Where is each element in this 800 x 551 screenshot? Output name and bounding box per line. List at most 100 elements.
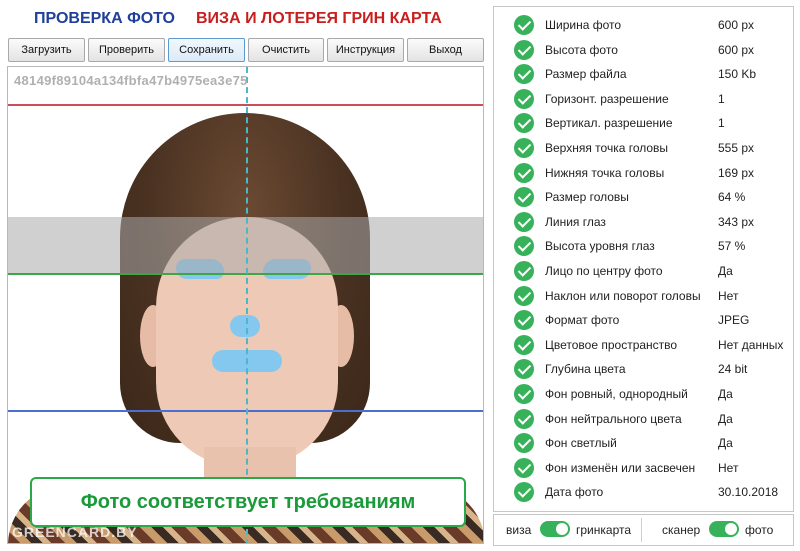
center-line (246, 67, 248, 543)
check-label: Размер головы (545, 190, 629, 205)
check-icon (514, 310, 534, 331)
check-icon (514, 15, 534, 35)
mode-footer: виза гринкарта сканер фото (493, 514, 794, 546)
check-row: Высота фото 600 px (494, 38, 795, 62)
check-value: Да (718, 411, 733, 426)
check-icon (514, 138, 534, 158)
check-row: Нижняя точка головы 169 px (494, 161, 795, 185)
check-icon (514, 433, 534, 454)
check-value: Да (718, 436, 733, 451)
check-label: Дата фото (545, 485, 604, 500)
check-row: Фон ровный, однородный Да (494, 382, 795, 406)
check-row: Глубина цвета 24 bit (494, 357, 795, 381)
check-value: Нет (718, 460, 739, 475)
check-value: 30.10.2018 (718, 485, 779, 500)
check-value: 57 % (718, 239, 746, 254)
check-value: 343 px (718, 214, 755, 229)
check-label: Фон ровный, однородный (545, 387, 688, 401)
check-value: 555 px (718, 141, 755, 155)
check-icon (514, 359, 534, 380)
check-row: Размер файла 150 Kb (494, 62, 795, 86)
check-label: Высота уровня глаз (545, 239, 655, 254)
toolbar: Загрузить Проверить Сохранить Очистить И… (8, 38, 486, 62)
check-icon (514, 408, 534, 429)
check-label: Размер файла (545, 67, 627, 82)
check-icon (514, 187, 534, 208)
check-icon (514, 482, 534, 503)
check-label: Фон светлый (545, 436, 617, 451)
source-photo-label: фото (745, 523, 774, 537)
check-row: Вертикал. разрешение 1 (494, 111, 795, 135)
footer-divider (641, 518, 642, 542)
check-row: Дата фото 30.10.2018 (494, 480, 795, 504)
app-title: ПРОВЕРКА ФОТО ВИЗА И ЛОТЕРЕЯ ГРИН КАРТА (8, 8, 486, 32)
check-value: Да (718, 264, 733, 278)
clear-button[interactable]: Очистить (248, 38, 324, 62)
check-value: 1 (718, 91, 725, 106)
check-row: Формат фото JPEG (494, 308, 795, 332)
check-row: Цветовое пространство Нет данных (494, 333, 795, 357)
check-row: Ширина фото 600 px (494, 13, 795, 37)
check-label: Цветовое пространство (545, 337, 678, 352)
source-toggle[interactable] (709, 521, 739, 537)
save-button[interactable]: Сохранить (168, 38, 245, 62)
mode-toggle[interactable] (540, 521, 570, 537)
check-icon (514, 88, 534, 109)
watermark: GREENCARD.BY (12, 524, 138, 540)
check-icon (514, 285, 534, 306)
check-row: Горизонт. разрешение 1 (494, 87, 795, 111)
check-label: Вертикал. разрешение (545, 116, 673, 131)
check-row: Линия глаз 343 px (494, 210, 795, 234)
check-value: 600 px (718, 42, 755, 57)
check-icon (514, 64, 534, 85)
check-value: 1 (718, 116, 725, 131)
check-row: Фон изменён или засвечен Нет (494, 456, 795, 480)
check-value: 169 px (718, 165, 755, 180)
title-check-photo: ПРОВЕРКА ФОТО (34, 10, 175, 27)
mode-greencard-label: гринкарта (576, 523, 632, 537)
check-row: Размер головы 64 % (494, 185, 795, 209)
check-icon (514, 211, 534, 232)
check-label: Наклон или поворот головы (545, 288, 701, 303)
photo-preview[interactable]: 48149f89104a134fbfa47b4975ea3e75 Фото со… (7, 66, 484, 544)
check-icon (514, 384, 534, 404)
check-value: Нет данных (718, 337, 784, 352)
check-icon (514, 236, 534, 257)
check-label: Высота фото (545, 42, 618, 57)
check-icon (514, 162, 534, 183)
photo-hash: 48149f89104a134fbfa47b4975ea3e75 (14, 73, 248, 88)
check-value: Нет (718, 288, 739, 303)
check-label: Лицо по центру фото (545, 264, 663, 278)
exit-button[interactable]: Выход (407, 38, 484, 62)
check-row: Наклон или поворот головы Нет (494, 284, 795, 308)
check-label: Формат фото (545, 313, 620, 328)
check-icon (514, 39, 534, 60)
check-value: Да (718, 387, 733, 401)
check-row: Лицо по центру фото Да (494, 259, 795, 283)
check-icon (514, 261, 534, 281)
check-label: Фон изменён или засвечен (545, 460, 696, 475)
check-value: 150 Kb (718, 67, 757, 82)
check-label: Линия глаз (545, 214, 606, 229)
check-value: 24 bit (718, 362, 748, 377)
source-scanner-label: сканер (662, 523, 701, 537)
title-visa-lottery: ВИЗА И ЛОТЕРЕЯ ГРИН КАРТА (196, 10, 442, 27)
mode-visa-label: виза (506, 523, 532, 537)
check-label: Ширина фото (545, 18, 622, 32)
check-label: Фон нейтрального цвета (545, 411, 682, 426)
check-row: Фон светлый Да (494, 431, 795, 455)
check-label: Горизонт. разрешение (545, 91, 669, 106)
result-banner: Фото соответствует требованиям (30, 477, 466, 527)
check-label: Нижняя точка головы (545, 165, 665, 180)
check-row: Высота уровня глаз 57 % (494, 234, 795, 258)
load-button[interactable]: Загрузить (8, 38, 85, 62)
check-label: Верхняя точка головы (545, 141, 669, 155)
nose-mask (230, 315, 260, 337)
check-value: JPEG (718, 313, 750, 328)
check-button[interactable]: Проверить (88, 38, 165, 62)
instructions-button[interactable]: Инструкция (327, 38, 404, 62)
check-label: Глубина цвета (545, 362, 626, 377)
check-value: 64 % (718, 190, 746, 205)
checks-panel: Ширина фото 600 px Высота фото 600 px Размер… (493, 6, 794, 512)
check-row: Фон нейтрального цвета Да (494, 407, 795, 431)
